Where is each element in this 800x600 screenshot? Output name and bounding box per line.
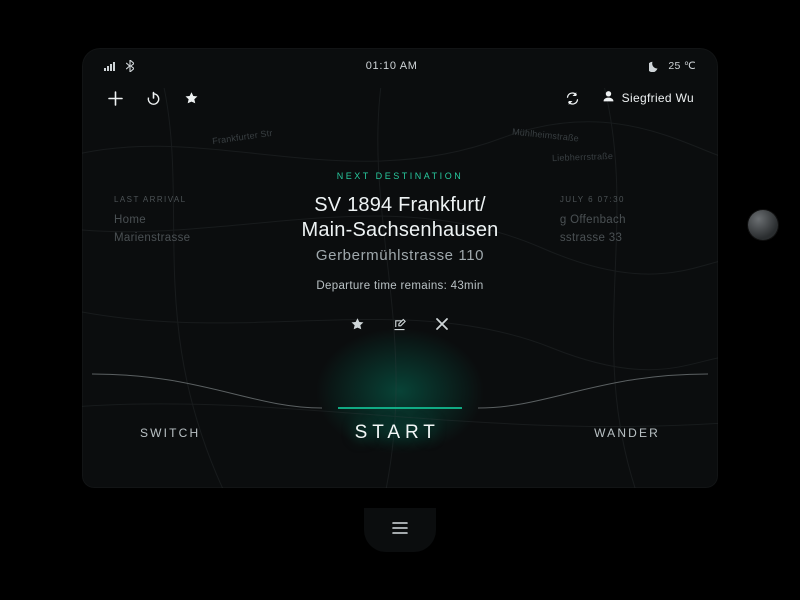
screen: Frankfurter Str Mühlheimstraße Liebherrs… — [0, 0, 800, 600]
side-knob[interactable] — [748, 210, 778, 240]
bottom-notch — [364, 508, 436, 552]
menu-button[interactable] — [391, 521, 409, 540]
card-outer — [82, 48, 718, 528]
